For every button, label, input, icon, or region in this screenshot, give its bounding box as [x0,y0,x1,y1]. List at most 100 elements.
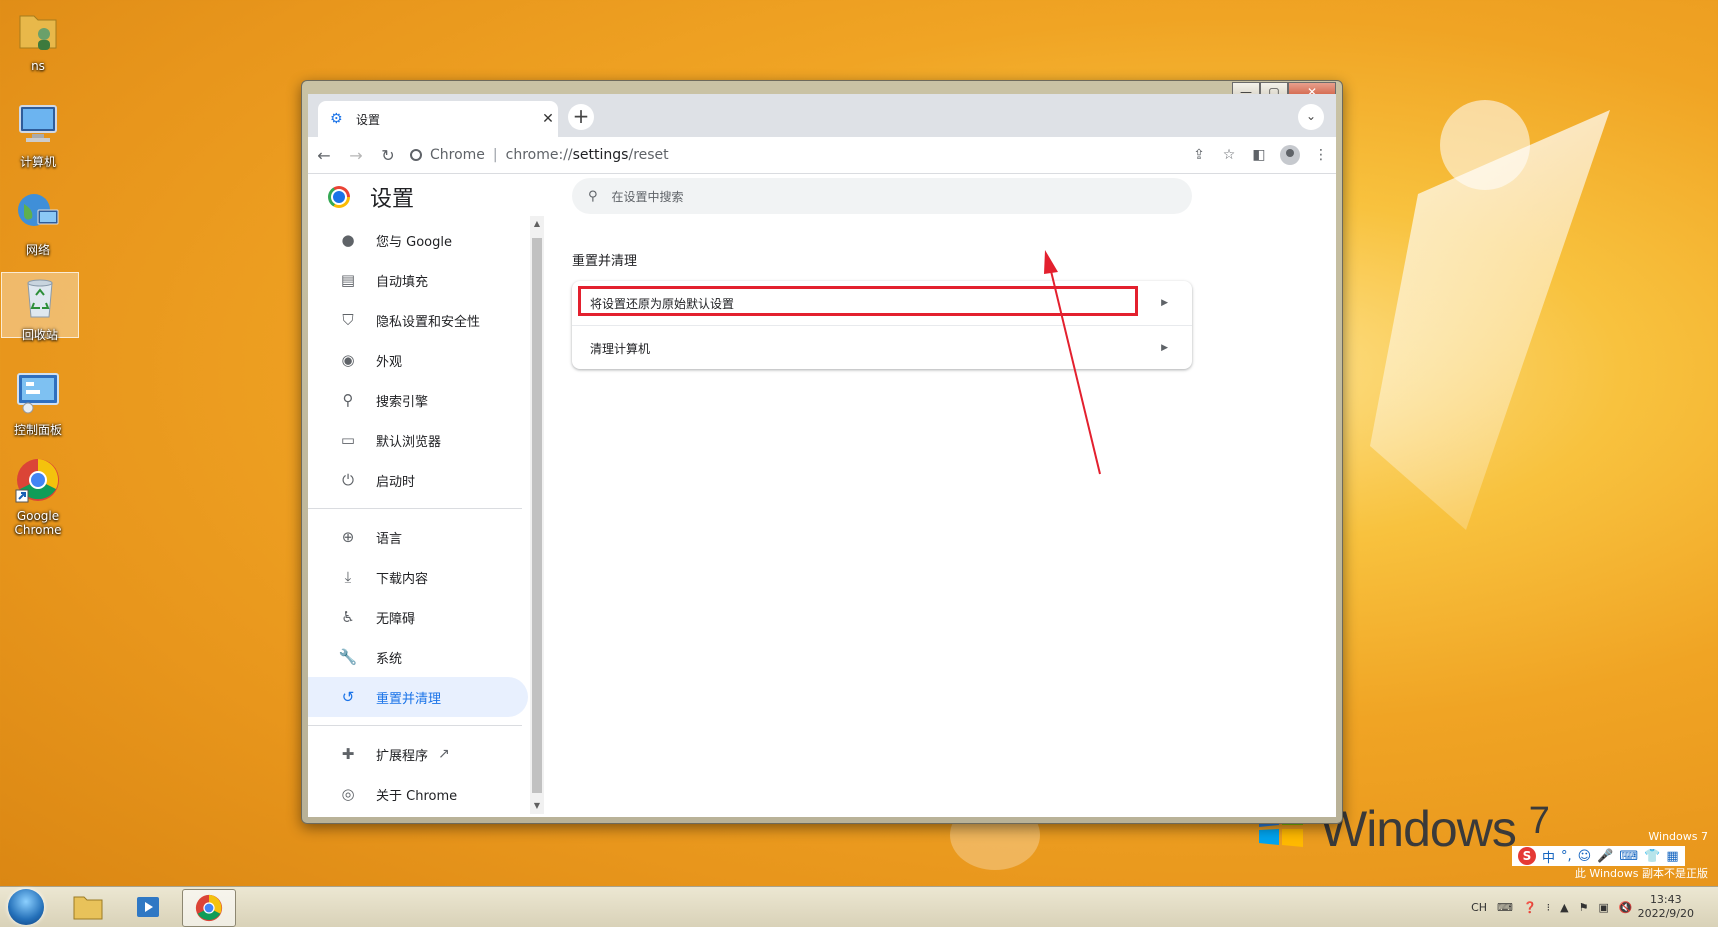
ime-tray-icon[interactable]: ⁝ [1547,901,1551,914]
ime-mode[interactable]: 中 [1542,847,1555,866]
new-tab-button[interactable]: + [568,104,594,130]
watermark-line: 此 Windows 副本不是正版 [1574,867,1708,880]
forward-icon[interactable]: → [340,146,372,165]
desktop-icon-control-panel[interactable]: 控制面板 [0,368,76,438]
sidebar-item-label: 启动时 [376,474,416,490]
windows-logo-word: Windows [1320,801,1517,857]
taskbar-chrome[interactable] [182,889,236,927]
url-path: /reset [628,147,669,163]
sidebar-item-label: 重置并清理 [376,691,442,707]
sidebar-item-downloads[interactable]: ⤓ 下载内容 [308,557,528,597]
person-icon: ● [341,231,355,249]
tab-settings[interactable]: ⚙ 设置 ✕ [318,101,558,137]
help-icon[interactable]: ❓ [1523,901,1537,914]
browser-toolbar: ← → ↻ Chrome | chrome://settings/reset ⇪… [308,137,1336,174]
wrench-icon: 🔧 [338,648,358,666]
sidebar-item-you-and-google[interactable]: ● 您与 Google [308,220,528,260]
sidebar-item-reset[interactable]: ↺ 重置并清理 [308,677,528,717]
url-text: chrome://settings/reset [506,147,669,163]
punctuation-icon[interactable]: °, [1561,849,1572,864]
desktop-icon-google-chrome[interactable]: Google Chrome [0,456,76,537]
sidebar-item-appearance[interactable]: ◉ 外观 [308,340,528,380]
sidebar-item-privacy[interactable]: ⛉ 隐私设置和安全性 [308,300,528,340]
desktop-icon-ns[interactable]: ns [0,6,76,73]
bookmark-star-icon[interactable]: ☆ [1214,147,1244,163]
desktop-icon-computer[interactable]: 计算机 [0,100,76,170]
scroll-down-arrow-icon[interactable]: ▼ [530,798,544,814]
clock-time: 13:43 [1649,893,1682,906]
sidebar-item-search-engine[interactable]: ⚲ 搜索引擎 [308,380,528,420]
sidebar-item-default-browser[interactable]: ▭ 默认浏览器 [308,420,528,460]
tab-search-button[interactable]: ⌄ [1298,104,1324,130]
keyboard-tray-icon[interactable]: ⌨ [1497,901,1513,914]
settings-search-input[interactable]: ⚲ 在设置中搜索 [572,178,1192,214]
side-panel-icon[interactable]: ◧ [1244,147,1274,163]
back-icon[interactable]: ← [308,146,340,165]
media-player-icon [137,897,159,917]
sidebar-item-label: 关于 Chrome [376,788,458,804]
network-tray-icon[interactable]: ▣ [1598,901,1608,914]
url-host: settings [572,147,629,163]
windows-logo-version: 7 [1528,800,1550,842]
sidebar-item-system[interactable]: 🔧 系统 [308,637,528,677]
language-indicator[interactable]: CH [1471,901,1487,914]
sidebar-item-on-startup[interactable]: ⏻ 启动时 [308,460,528,500]
chrome-site-icon [410,149,422,161]
power-icon: ⏻ [342,471,354,489]
desktop-icon-label: 控制面板 [13,423,62,437]
control-panel-icon [17,373,59,414]
taskbar-explorer[interactable] [62,889,114,925]
scroll-up-arrow-icon[interactable]: ▲ [530,216,544,232]
keyboard-icon[interactable]: ⌨ [1619,849,1638,864]
taskbar: CH ⌨ ❓ ⁝ ▲ ⚑ ▣ 🔇 13:43 2022/9/20 [0,886,1718,927]
url-scheme: chrome:// [505,147,573,163]
volume-muted-icon[interactable]: 🔇 [1619,901,1633,914]
page-title: 设置 [370,187,415,212]
sidebar-item-extensions[interactable]: ✚ 扩展程序 ↗ [308,734,528,774]
accessibility-icon: ♿ [341,608,355,626]
sogou-logo-icon[interactable]: S [1518,847,1536,865]
menu-kebab-icon[interactable]: ⋮ [1306,147,1336,163]
sidebar-item-label: 语言 [376,531,403,547]
browser-viewport: ⚙ 设置 ✕ + ⌄ ← → ↻ Chrome | chrome://setti… [308,94,1336,817]
scrollbar-thumb[interactable] [532,238,542,793]
cleanup-computer-row[interactable]: 清理计算机 ▶ [572,325,1192,370]
clock[interactable]: 13:43 2022/9/20 [1638,893,1694,921]
sidebar-scrollbar[interactable]: ▲ ▼ [530,216,544,814]
grid-menu-icon[interactable]: ▦ [1666,849,1678,864]
profile-avatar-icon[interactable] [1280,145,1300,165]
system-tray: CH ⌨ ❓ ⁝ ▲ ⚑ ▣ 🔇 13:43 2022/9/20 [1466,887,1718,927]
share-icon[interactable]: ⇪ [1184,147,1214,163]
folder-icon [73,896,103,920]
taskbar-media-player[interactable] [122,889,174,925]
close-tab-icon[interactable]: ✕ [538,111,558,127]
sidebar-item-label: 搜索引擎 [376,394,429,410]
emoji-icon[interactable]: ☺ [1578,849,1592,864]
sidebar-item-label: 系统 [376,651,403,667]
show-hidden-icons[interactable]: ▲ [1560,901,1568,914]
reload-icon[interactable]: ↻ [372,146,404,165]
sidebar-item-label: 下载内容 [376,571,429,587]
sidebar-item-autofill[interactable]: ▤ 自动填充 [308,260,528,300]
search-icon: ⚲ [588,188,598,204]
globe-icon: ⊕ [341,528,355,546]
download-icon: ⤓ [344,568,352,586]
chrome-logo-icon [328,186,350,208]
desktop-icon-label: 计算机 [19,155,56,169]
microphone-icon[interactable]: 🎤 [1597,849,1613,864]
clipboard-icon: ▤ [340,271,356,289]
desktop-icon-label: Google Chrome [14,509,62,537]
sidebar-divider [308,725,522,726]
desktop-icon-recycle-bin[interactable]: 回收站 [1,272,79,342]
desktop-icon-network[interactable]: 网络 [0,188,76,258]
sidebar-item-accessibility[interactable]: ♿ 无障碍 [308,597,528,637]
computer-icon [19,105,57,142]
skin-icon[interactable]: 👕 [1644,849,1660,864]
desktop-icon-label: 网络 [25,243,50,257]
sidebar-item-languages[interactable]: ⊕ 语言 [308,517,528,557]
toolbar-actions: ⇪ ☆ ◧ ⋮ [1184,145,1336,165]
address-bar[interactable]: Chrome | chrome://settings/reset [410,141,1184,169]
start-button[interactable] [8,889,44,925]
action-center-icon[interactable]: ⚑ [1579,901,1589,914]
sidebar-item-about-chrome[interactable]: ◎ 关于 Chrome [308,774,528,814]
